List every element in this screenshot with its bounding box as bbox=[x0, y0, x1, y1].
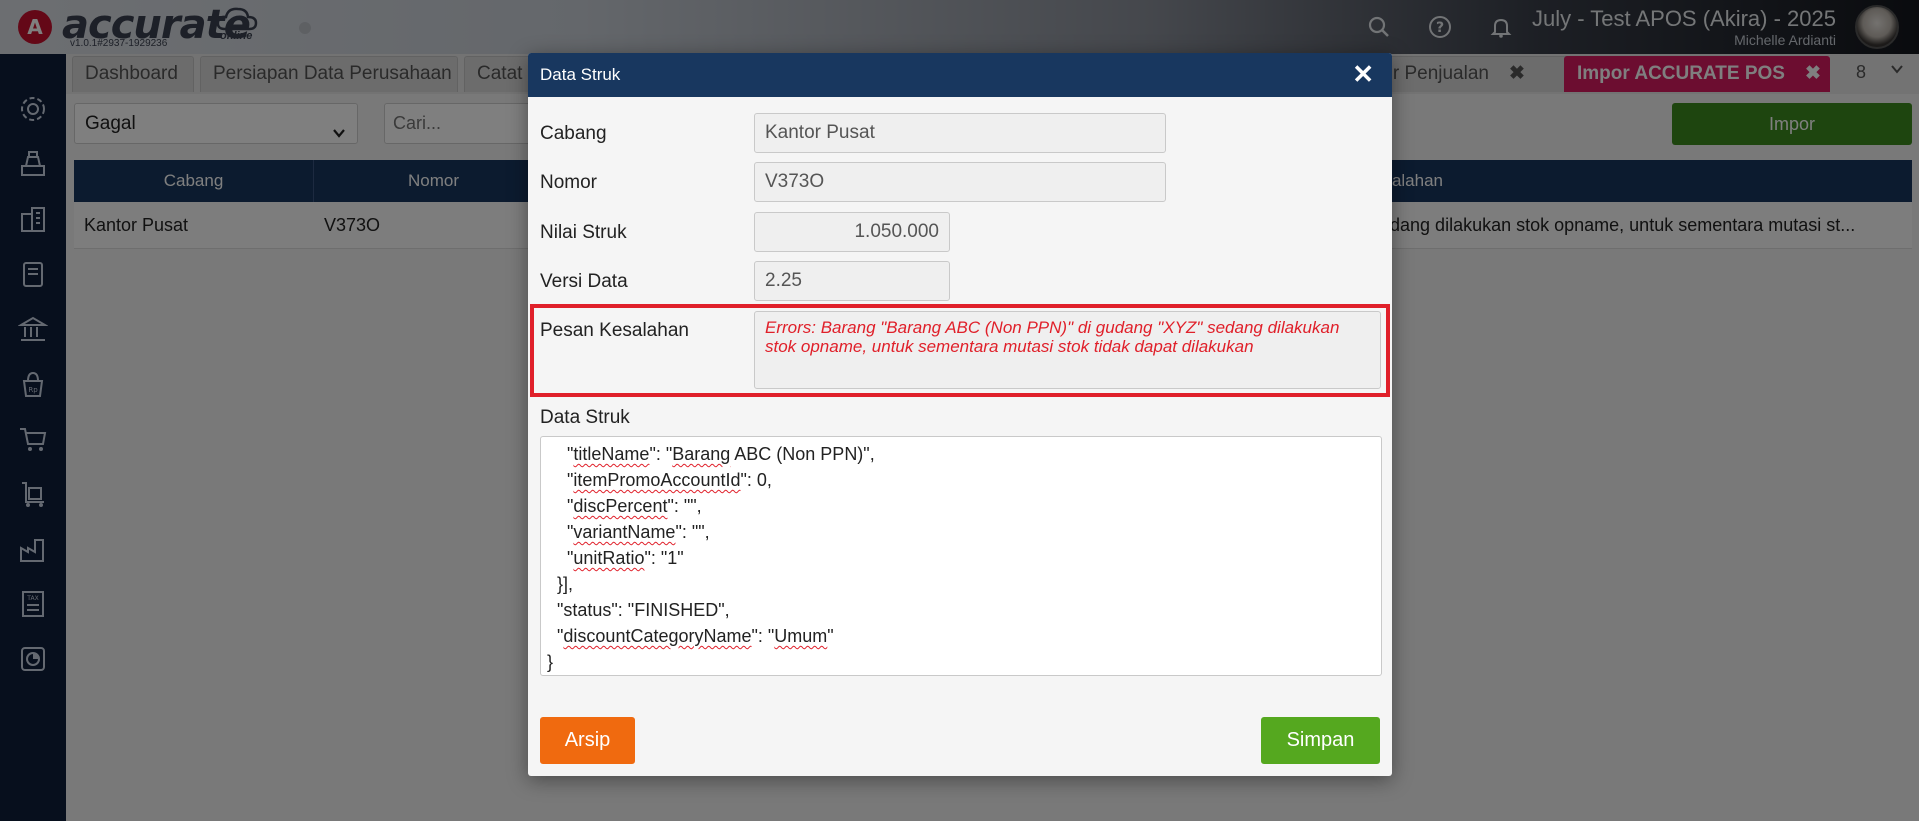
code-token: " bbox=[547, 548, 574, 568]
code-line: "discountCategoryName": "Umum" bbox=[547, 623, 1375, 649]
code-token: ": " bbox=[751, 626, 775, 646]
code-token: " bbox=[547, 470, 574, 490]
code-token: ": 0, bbox=[740, 470, 772, 490]
code-token-flagged: Umum bbox=[774, 626, 828, 646]
close-icon[interactable]: ✕ bbox=[1352, 59, 1374, 89]
code-token-flagged: unitRatio bbox=[573, 548, 645, 568]
code-line: "discPercent": "", bbox=[547, 493, 1375, 519]
code-line: "itemPromoAccountId": 0, bbox=[547, 467, 1375, 493]
code-token: " bbox=[547, 496, 574, 516]
code-line: "titleName": "Barang ABC (Non PPN)", bbox=[547, 441, 1375, 467]
code-token: ": "", bbox=[675, 522, 710, 542]
code-token: ": " bbox=[649, 444, 673, 464]
code-line: }], bbox=[547, 571, 1375, 597]
nomor-label: Nomor bbox=[540, 172, 598, 193]
nilai-struk-label: Nilai Struk bbox=[540, 222, 627, 243]
code-token-flagged: itemPromoAccountId bbox=[573, 470, 741, 490]
simpan-button[interactable]: Simpan bbox=[1261, 717, 1380, 764]
cabang-field[interactable]: Kantor Pusat bbox=[754, 113, 1166, 153]
code-token: }], bbox=[547, 574, 574, 594]
code-token: " bbox=[827, 626, 834, 646]
code-line: "variantName": "", bbox=[547, 519, 1375, 545]
code-token: ": "", bbox=[667, 496, 702, 516]
cabang-label: Cabang bbox=[540, 123, 607, 144]
data-struk-textarea[interactable]: "titleName": "Barang ABC (Non PPN)", "it… bbox=[540, 436, 1382, 676]
code-token-flagged: discPercent bbox=[573, 496, 668, 516]
code-token: ": "1" bbox=[644, 548, 684, 568]
arsip-button[interactable]: Arsip bbox=[540, 717, 635, 764]
code-token: " bbox=[547, 626, 564, 646]
code-token-flagged: Barang bbox=[672, 444, 731, 464]
code-token-flagged: variantName bbox=[573, 522, 676, 542]
nomor-field[interactable]: V373O bbox=[754, 162, 1166, 202]
dialog-header: Data Struk ✕ bbox=[528, 53, 1392, 97]
error-message-field[interactable]: Errors: Barang "Barang ABC (Non PPN)" di… bbox=[754, 311, 1381, 389]
data-struk-dialog: Data Struk ✕ Cabang Kantor Pusat Nomor V… bbox=[528, 53, 1392, 776]
code-token: ABC (Non PPN)", bbox=[730, 444, 875, 464]
code-token: } bbox=[547, 652, 554, 672]
code-line: "unitRatio": "1" bbox=[547, 545, 1375, 571]
code-token-flagged: discountCategoryName bbox=[563, 626, 752, 646]
nilai-struk-field[interactable]: 1.050.000 bbox=[754, 212, 950, 252]
code-line: } bbox=[547, 649, 1375, 675]
versi-data-label: Versi Data bbox=[540, 271, 628, 292]
code-token: " bbox=[547, 522, 574, 542]
versi-data-field[interactable]: 2.25 bbox=[754, 261, 950, 301]
code-token: " bbox=[547, 444, 574, 464]
dialog-title: Data Struk bbox=[540, 65, 621, 84]
code-line: "status": "FINISHED", bbox=[547, 597, 1375, 623]
code-token-flagged: titleName bbox=[573, 444, 650, 464]
pesan-kesalahan-label: Pesan Kesalahan bbox=[540, 320, 689, 341]
data-struk-label: Data Struk bbox=[540, 407, 630, 428]
code-token: "status": "FINISHED", bbox=[547, 600, 730, 620]
